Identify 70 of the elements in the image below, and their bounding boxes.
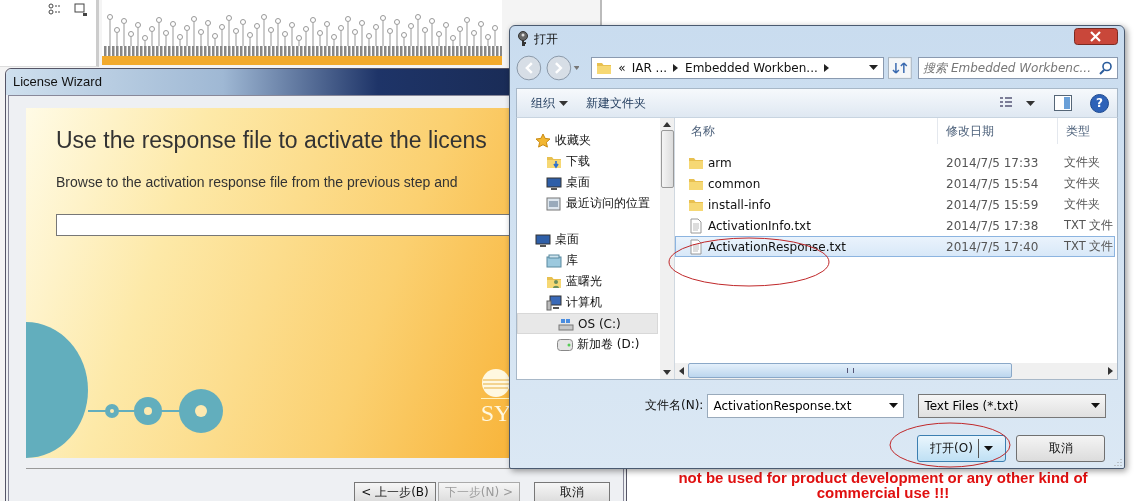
up-arrow-icon: [663, 122, 671, 127]
folders-icon: [546, 252, 562, 269]
search-icon: [1099, 60, 1113, 75]
organize-menu[interactable]: 组织: [527, 92, 572, 114]
vertical-scrollbar[interactable]: [660, 118, 674, 379]
path-field[interactable]: [56, 214, 512, 236]
chevron-icon: [823, 63, 830, 72]
new-folder-button[interactable]: 新建文件夹: [582, 92, 650, 114]
resize-grip-icon: [1114, 458, 1122, 466]
forward-button-icon[interactable]: [545, 54, 580, 81]
nav-item[interactable]: 桌面: [517, 229, 658, 250]
column-header[interactable]: 名称: [675, 118, 937, 144]
refresh-icon[interactable]: [888, 56, 913, 79]
nav-item[interactable]: 新加卷 (D:): [517, 334, 658, 355]
down-arrow-icon: [663, 370, 671, 375]
file-row[interactable]: install-info 2014/7/5 15:59 文件夹: [675, 194, 1115, 215]
caret-icon: [983, 446, 993, 451]
nav-item[interactable]: 收藏夹: [517, 130, 658, 151]
cancel-button[interactable]: 取消: [1016, 435, 1105, 462]
file-name-field[interactable]: ActivationResponse.txt: [707, 394, 905, 418]
nav-item[interactable]: 蓝曙光: [517, 271, 658, 292]
wizard-button[interactable]: < 上一步(B): [354, 482, 436, 501]
file-row[interactable]: ActivationInfo.txt 2014/7/5 17:38 TXT 文件: [675, 215, 1115, 236]
right-arrow-icon: [1108, 367, 1113, 375]
monitor-icon: [535, 231, 551, 248]
monitor-icon: [546, 174, 562, 191]
close-icon[interactable]: [1074, 28, 1118, 45]
search-field[interactable]: 搜索 Embedded Workbenc...: [918, 56, 1118, 79]
nav-item[interactable]: 下载: [517, 151, 658, 172]
nav-item[interactable]: 桌面: [517, 172, 658, 193]
caret-icon: [889, 403, 899, 409]
dots-icon: [48, 3, 62, 15]
computer-icon: [546, 294, 562, 311]
file-row[interactable]: arm 2014/7/5 17:33 文件夹: [675, 152, 1115, 173]
scroll-thumb[interactable]: [688, 363, 1012, 379]
breadcrumb-item[interactable]: IAR ...: [631, 60, 668, 75]
nav-item[interactable]: 库: [517, 250, 658, 271]
chevron-icon: [673, 63, 680, 72]
field-label: 文件名(N):: [645, 397, 704, 415]
heading: Use the response file to activate the licens: [56, 126, 488, 154]
horizontal-scrollbar[interactable]: [675, 363, 1117, 379]
file-row[interactable]: common 2014/7/5 15:54 文件夹: [675, 173, 1115, 194]
nav-item[interactable]: 最近访问的位置: [517, 193, 658, 214]
scroll-thumb[interactable]: [660, 130, 674, 188]
caret-icon: [1091, 403, 1101, 409]
column-header[interactable]: 类型: [1057, 118, 1117, 144]
left-arrow-icon: [679, 367, 684, 375]
column-header[interactable]: 修改日期: [937, 118, 1057, 144]
caret-icon[interactable]: [869, 64, 880, 71]
drive-icon: [557, 336, 573, 353]
nav-item[interactable]: 计算机: [517, 292, 658, 313]
key-icon: [516, 31, 530, 48]
preview-pane-icon[interactable]: [1054, 95, 1072, 112]
nav-item[interactable]: OS (C:): [517, 313, 658, 334]
window-title: 打开: [534, 30, 558, 48]
description-text: Browse to the activation response file from the previous step and: [56, 174, 459, 190]
warning-text: commercial use !!!: [816, 485, 950, 500]
caret-icon: [559, 100, 568, 106]
open-button[interactable]: 打开(O): [917, 435, 1006, 462]
star-icon: [535, 132, 551, 149]
address-bar[interactable]: « IAR ... Embedded Workben...: [591, 56, 885, 79]
document-icon: [688, 217, 704, 234]
back-button-icon[interactable]: [516, 54, 542, 81]
window-icon: [546, 195, 562, 212]
file-type-dropdown[interactable]: Text Files (*.txt): [918, 394, 1107, 418]
disc-logo-icon: [481, 368, 511, 398]
document-icon: [688, 238, 704, 255]
breadcrumb-item[interactable]: Embedded Workben...: [685, 60, 818, 75]
wizard-button[interactable]: 取消: [534, 482, 610, 501]
help-button[interactable]: ?: [1090, 93, 1109, 113]
